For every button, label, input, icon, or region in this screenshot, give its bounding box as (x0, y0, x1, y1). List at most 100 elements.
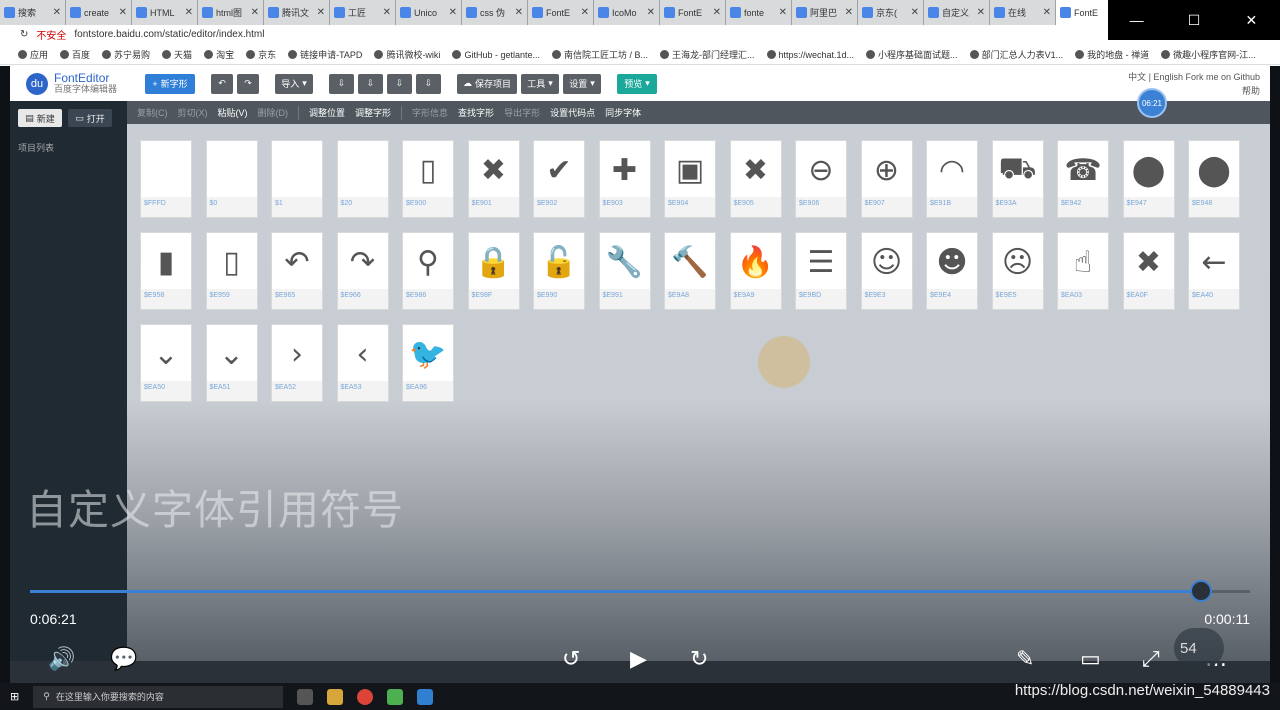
tab-close-icon[interactable]: ✕ (581, 7, 589, 18)
url-text[interactable]: fontstore.baidu.com/static/editor/index.… (74, 29, 264, 40)
video-progress[interactable] (30, 580, 1250, 602)
glyph-cell[interactable]: ▯ $E959 (205, 232, 258, 310)
bookmark-item[interactable]: 南信院工匠工坊 / B... (551, 48, 648, 61)
toolbar-item[interactable]: 字形信息 (412, 106, 448, 119)
lang-switch[interactable]: 中文 | English (1128, 72, 1183, 82)
glyph-cell[interactable]: 🔨 $E9A8 (664, 232, 716, 310)
glyph-cell[interactable]: ⬤ $E947 (1122, 140, 1175, 218)
glyph-cell[interactable]: ⬤ $E948 (1188, 140, 1240, 218)
tab-close-icon[interactable]: ✕ (251, 7, 259, 18)
export-svg-icon[interactable]: ⇩ (387, 73, 413, 94)
glyph-cell[interactable]: ▣ $E904 (664, 140, 716, 218)
bookmark-item[interactable]: 我的地盘 - 禅道 (1075, 48, 1149, 61)
browser-tab[interactable]: 京东(✕ (858, 0, 924, 25)
browser-tab[interactable]: 在线 ✕ (990, 0, 1056, 25)
toolbar-item[interactable]: 复制(C) (137, 106, 168, 119)
settings-button[interactable]: 设置 ▾ (563, 73, 602, 94)
minimize-icon[interactable]: — (1108, 0, 1165, 40)
glyph-cell[interactable]: ✖ $E905 (729, 140, 782, 218)
maximize-icon[interactable]: ☐ (1165, 0, 1222, 40)
taskbar-search[interactable]: ⚲ 在这里输入你要搜索的内容 (33, 685, 284, 708)
open-project-button[interactable]: ▭ 打开 (68, 109, 112, 127)
glyph-cell[interactable]: ◠ $E91B (926, 140, 978, 218)
glyph-cell[interactable]: ⊕ $E907 (860, 140, 913, 218)
toolbar-item[interactable]: 粘贴(V) (218, 106, 248, 119)
browser-tab[interactable]: 自定义 ✕ (924, 0, 990, 25)
new-glyph-button[interactable]: + 新字形 (145, 73, 196, 94)
glyph-cell[interactable]: ☰ $E9BD (795, 232, 847, 310)
toolbar-item[interactable]: 导出字形 (504, 106, 540, 119)
task-view-icon[interactable] (297, 688, 314, 705)
bookmark-item[interactable]: 微趣小程序官网-江... (1161, 48, 1256, 61)
tools-button[interactable]: 工具 ▾ (521, 73, 560, 94)
preview-button[interactable]: 预览 ▾ (617, 73, 658, 94)
bookmark-item[interactable]: 链接申请-TAPD (288, 48, 362, 61)
play-icon[interactable]: ▶ (630, 647, 647, 672)
subtitles-icon[interactable]: 💬 (110, 647, 137, 672)
bookmark-item[interactable]: 淘宝 (204, 48, 234, 61)
glyph-cell[interactable]: 🔧 $E991 (598, 232, 651, 310)
browser-tab[interactable]: 工匠 ✕ (330, 0, 396, 25)
bookmark-item[interactable]: 部门汇总人力表V1... (969, 48, 1063, 61)
glyph-cell[interactable]: ✖ $E901 (467, 140, 520, 218)
browser-tab[interactable]: Unico ✕ (396, 0, 462, 25)
glyph-cell[interactable]: ↷ $E966 (336, 232, 389, 310)
glyph-cell[interactable]: ☹ $E9E5 (991, 232, 1044, 310)
toolbar-item[interactable]: 同步字体 (605, 106, 641, 119)
glyph-cell[interactable]: › $EA52 (271, 324, 323, 402)
glyph-cell[interactable]: ☎ $E942 (1057, 140, 1109, 218)
new-project-button[interactable]: ▤ 新建 (18, 109, 62, 127)
redo-button[interactable]: ↷ (237, 73, 260, 94)
toolbar-item[interactable]: 删除(D) (258, 106, 289, 119)
browser-tab[interactable]: css 伪 ✕ (462, 0, 528, 25)
toolbar-item[interactable]: 调整字形 (355, 106, 391, 119)
chrome-icon[interactable] (357, 688, 374, 705)
glyph-cell[interactable]: ✚ $E903 (598, 140, 651, 218)
toolbar-item[interactable]: 剪切(X) (178, 106, 208, 119)
browser-tab[interactable]: fonte ✕ (726, 0, 792, 25)
browser-tab[interactable]: IcoMo ✕ (594, 0, 660, 25)
browser-tab[interactable]: FontE ✕ (528, 0, 594, 25)
tab-close-icon[interactable]: ✕ (845, 7, 853, 18)
undo-button[interactable]: ↶ (211, 73, 234, 94)
browser-tab[interactable]: 阿里巴 ✕ (792, 0, 858, 25)
reload-icon[interactable]: ↻ (20, 29, 28, 40)
help-link[interactable]: 帮助 (1242, 86, 1260, 96)
tab-close-icon[interactable]: ✕ (383, 7, 391, 18)
tab-close-icon[interactable]: ✕ (977, 7, 985, 18)
file-explorer-icon[interactable] (327, 688, 344, 705)
browser-tab[interactable]: html图 ✕ (198, 0, 264, 25)
save-project-button[interactable]: ☁ 保存项目 (457, 73, 518, 94)
toolbar-item[interactable]: 查找字形 (458, 106, 494, 119)
bookmark-item[interactable]: 苏宁易购 (102, 48, 150, 61)
glyph-cell[interactable]: ☝ $EA03 (1057, 232, 1109, 310)
tab-close-icon[interactable]: ✕ (911, 7, 919, 18)
bookmark-item[interactable]: 应用 (18, 48, 48, 61)
glyph-cell[interactable]: ‹ $EA53 (336, 324, 389, 402)
glyph-cell[interactable]: $0 (205, 140, 258, 218)
tab-close-icon[interactable]: ✕ (515, 7, 523, 18)
fullscreen-icon[interactable]: ⤢ (1142, 647, 1160, 672)
tab-close-icon[interactable]: ✕ (53, 7, 61, 18)
glyph-cell[interactable]: ⌄ $EA50 (140, 324, 192, 402)
glyph-cell[interactable]: ↶ $E965 (271, 232, 323, 310)
export-woff-icon[interactable]: ⇩ (358, 73, 384, 94)
glyph-cell[interactable]: ☺ $E9E3 (860, 232, 913, 310)
volume-icon[interactable]: 🔊 (48, 647, 75, 672)
glyph-cell[interactable]: ▯ $E900 (402, 140, 454, 218)
bookmark-item[interactable]: 京东 (246, 48, 276, 61)
forward-30-icon[interactable]: ↻ (690, 647, 708, 672)
glyph-cell[interactable]: 🔓 $E990 (533, 232, 585, 310)
browser-tab[interactable]: 搜索 ✕ (0, 0, 66, 25)
glyph-cell[interactable]: ✖ $EA0F (1122, 232, 1175, 310)
wechat-icon[interactable] (387, 688, 404, 705)
bookmark-item[interactable]: 天猫 (162, 48, 192, 61)
tab-close-icon[interactable]: ✕ (119, 7, 127, 18)
browser-tab[interactable]: FontE ✕ (660, 0, 726, 25)
glyph-cell[interactable]: ✔ $E902 (533, 140, 585, 218)
import-button[interactable]: 导入 ▾ (275, 73, 314, 94)
mini-player-icon[interactable]: ▭ (1080, 647, 1101, 672)
tab-close-icon[interactable]: ✕ (713, 7, 721, 18)
rewind-10-icon[interactable]: ↺ (562, 647, 580, 672)
glyph-cell[interactable]: 🔒 $E98F (467, 232, 520, 310)
